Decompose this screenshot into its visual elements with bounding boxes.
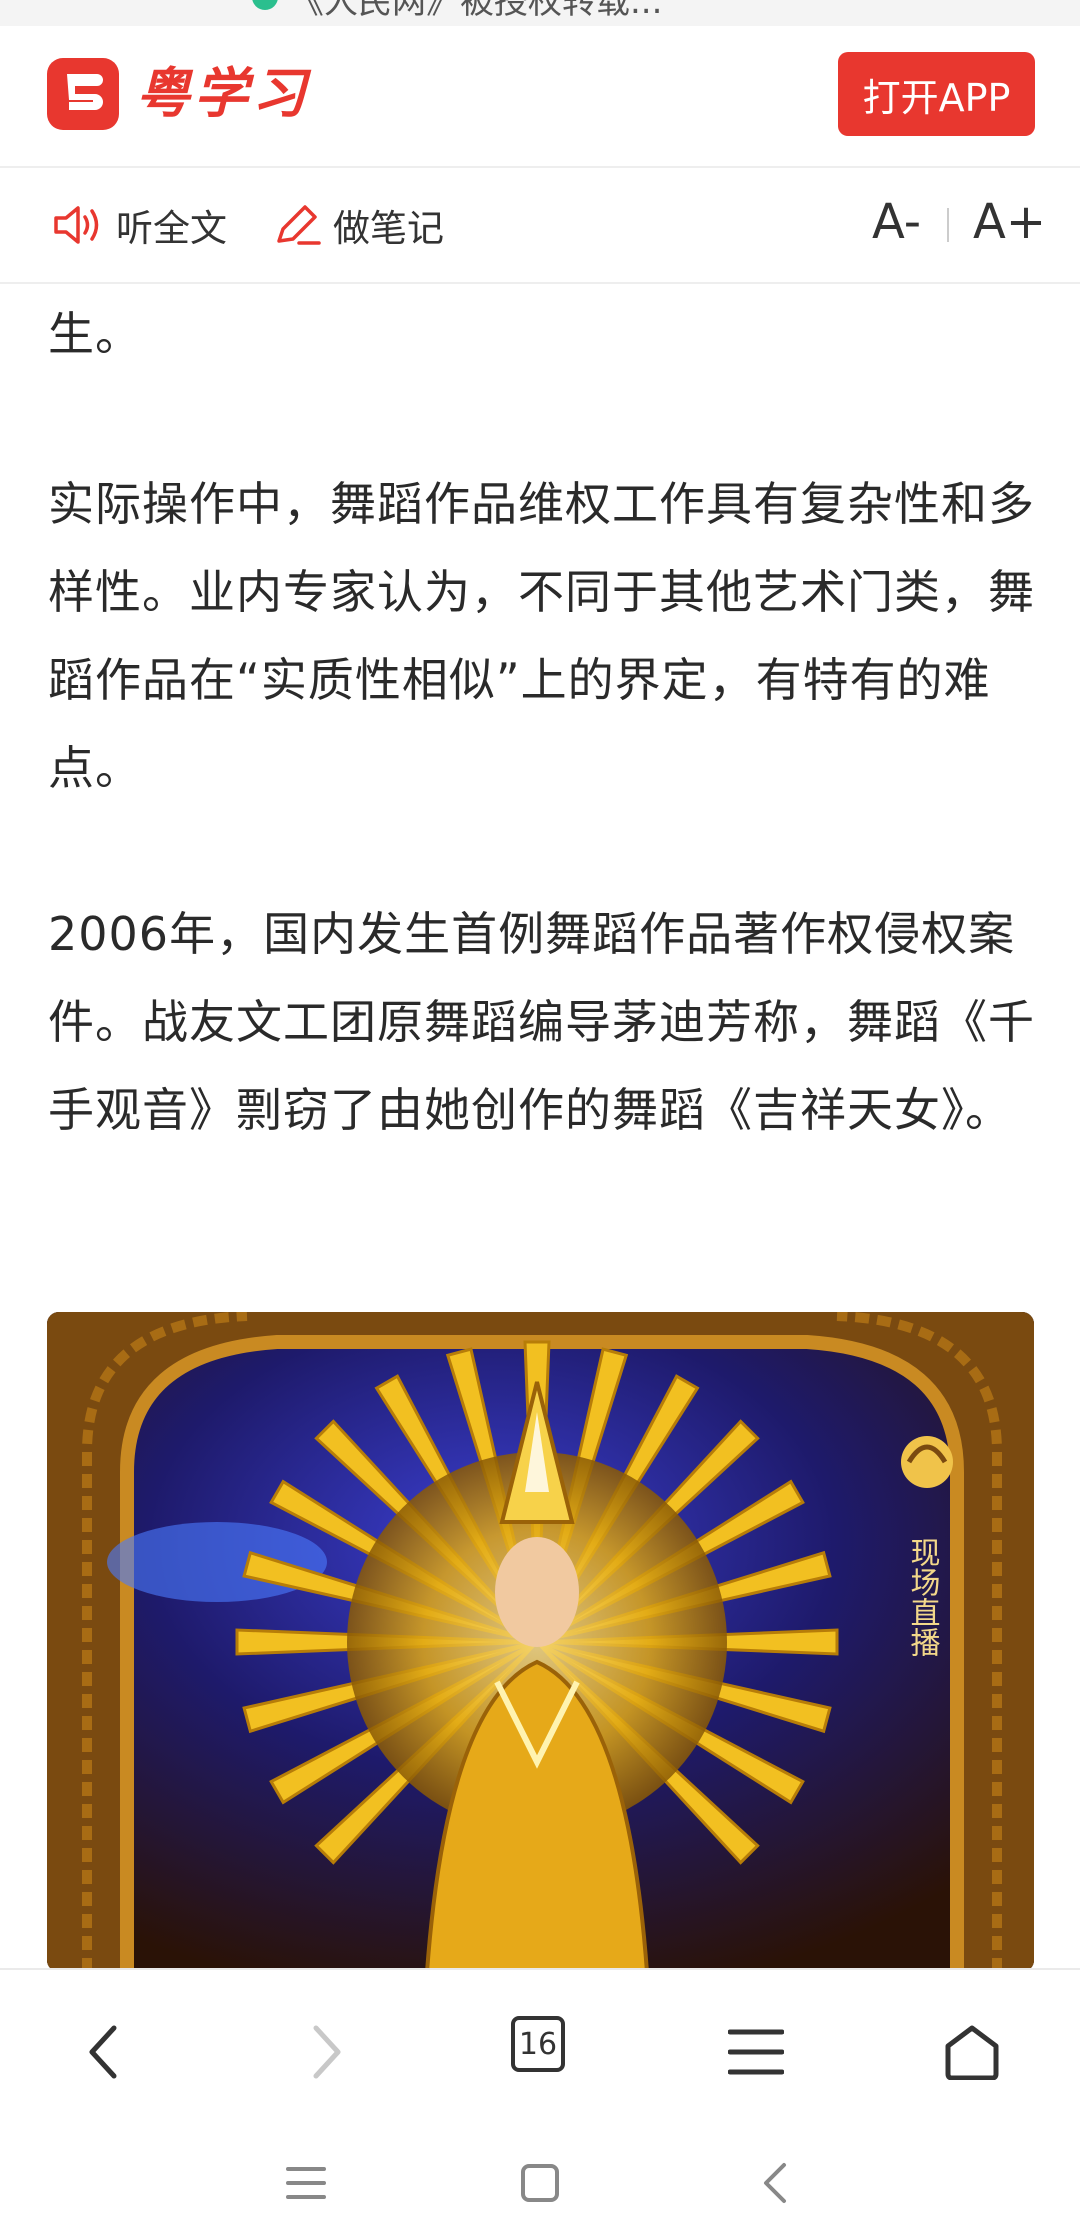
forward-button[interactable] bbox=[286, 2012, 366, 2092]
chevron-left-icon bbox=[89, 2025, 117, 2079]
listen-label: 听全文 bbox=[116, 207, 227, 250]
home-icon bbox=[945, 2025, 999, 2080]
back-button[interactable] bbox=[64, 2012, 144, 2092]
article-toolbar: 听全文 做笔记 A- A+ bbox=[0, 168, 1080, 284]
open-app-button[interactable]: 打开APP bbox=[838, 52, 1035, 136]
font-decrease-button[interactable]: A- bbox=[872, 194, 921, 250]
tabs-button[interactable]: 16 bbox=[511, 2016, 565, 2072]
article-paragraph: 2006年，国内发生首例舞蹈作品著作权侵权案件。战友文工团原舞蹈编导茅迪芳称，舞… bbox=[48, 907, 1035, 1137]
site-header: 粤学习 打开APP bbox=[0, 26, 1080, 168]
article-paragraph: 实际操作中，舞蹈作品维权工作具有复杂性和多样性。业内专家认为，不同于其他艺术门类… bbox=[48, 477, 1035, 795]
article-image[interactable]: 现场直播 bbox=[47, 1312, 1034, 1972]
system-home-button[interactable] bbox=[505, 2148, 575, 2218]
speaker-icon bbox=[54, 206, 99, 244]
listen-button[interactable]: 听全文 bbox=[52, 200, 227, 250]
square-icon bbox=[521, 2164, 559, 2202]
status-bar: 《人民网》被授权转载... bbox=[0, 0, 1080, 26]
note-label: 做笔记 bbox=[333, 207, 444, 250]
menu-button[interactable] bbox=[716, 2012, 796, 2092]
system-back-button[interactable] bbox=[740, 2148, 810, 2218]
menu-icon bbox=[728, 2029, 784, 2075]
url-text: 《人民网》被授权转载... bbox=[290, 0, 663, 22]
note-button[interactable]: 做笔记 bbox=[273, 200, 444, 250]
back-arrow-icon bbox=[764, 2163, 786, 2203]
logo-icon[interactable] bbox=[47, 58, 119, 130]
font-divider bbox=[947, 208, 949, 242]
system-nav-bar bbox=[0, 2120, 1080, 2239]
pencil-icon bbox=[277, 205, 321, 245]
logo-text[interactable]: 粤学习 bbox=[136, 64, 310, 124]
home-button[interactable] bbox=[932, 2012, 1012, 2092]
article-paragraph: 生。 bbox=[48, 307, 142, 361]
secure-shield-icon bbox=[252, 0, 278, 10]
recents-icon bbox=[286, 2167, 326, 2199]
browser-bottom-bar: 16 bbox=[0, 1968, 1080, 2120]
font-increase-button[interactable]: A+ bbox=[973, 194, 1046, 250]
chevron-right-icon bbox=[313, 2025, 341, 2079]
recents-button[interactable] bbox=[271, 2148, 341, 2218]
broadcast-label: 现场直播 bbox=[905, 1537, 941, 1657]
